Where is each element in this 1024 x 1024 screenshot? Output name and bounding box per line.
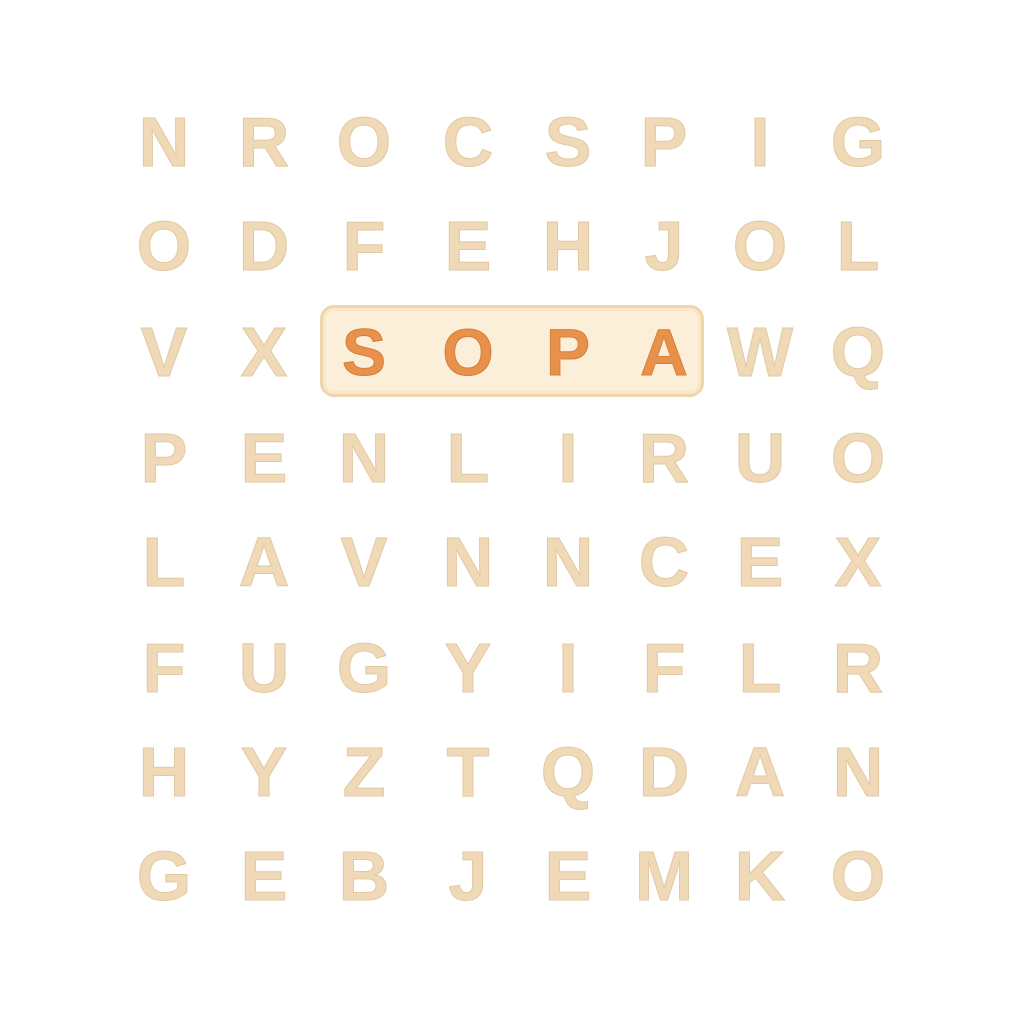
letter-cell[interactable]: O [710,196,810,296]
letter-cell[interactable]: U [710,408,810,508]
letter-cell[interactable]: I [518,618,618,718]
letter-cell[interactable]: J [614,196,714,296]
letter-cell[interactable]: B [314,826,414,926]
letter-cell[interactable]: G [808,92,908,192]
letter-cell[interactable]: F [314,196,414,296]
letter-cell[interactable]: X [808,512,908,612]
found-letter-cell[interactable]: P [518,302,618,402]
letter-cell[interactable]: Y [214,722,314,822]
letter-cell[interactable]: E [710,512,810,612]
letter-cell[interactable]: N [418,512,518,612]
letter-cell[interactable]: H [518,196,618,296]
letter-cell[interactable]: E [418,196,518,296]
letter-cell[interactable]: O [114,196,214,296]
letter-cell[interactable]: C [418,92,518,192]
letter-cell[interactable]: M [614,826,714,926]
letter-cell[interactable]: N [114,92,214,192]
letter-cell[interactable]: L [808,196,908,296]
letter-cell[interactable]: F [614,618,714,718]
letter-cell[interactable]: V [314,512,414,612]
letter-cell[interactable]: A [710,722,810,822]
letter-cell[interactable]: Y [418,618,518,718]
word-search-board: NROCSPIGODFEHJOLVXSOPAWQPENLIRUOLAVNNCEX… [0,0,1024,1024]
letter-cell[interactable]: L [710,618,810,718]
letter-cell[interactable]: I [710,92,810,192]
letter-cell[interactable]: E [214,826,314,926]
letter-cell[interactable]: O [314,92,414,192]
letter-cell[interactable]: I [518,408,618,508]
letter-cell[interactable]: J [418,826,518,926]
found-letter-cell[interactable]: O [418,302,518,402]
letter-cell[interactable]: T [418,722,518,822]
letter-cell[interactable]: N [808,722,908,822]
letter-cell[interactable]: Z [314,722,414,822]
letter-cell[interactable]: G [314,618,414,718]
letter-cell[interactable]: E [518,826,618,926]
letter-cell[interactable]: N [314,408,414,508]
letter-cell[interactable]: O [808,826,908,926]
letter-cell[interactable]: X [214,302,314,402]
letter-cell[interactable]: S [518,92,618,192]
letter-cell[interactable]: C [614,512,714,612]
letter-cell[interactable]: H [114,722,214,822]
letter-cell[interactable]: R [614,408,714,508]
letter-cell[interactable]: N [518,512,618,612]
letter-cell[interactable]: E [214,408,314,508]
letter-cell[interactable]: U [214,618,314,718]
letter-cell[interactable]: F [114,618,214,718]
found-letter-cell[interactable]: A [614,302,714,402]
letter-cell[interactable]: P [114,408,214,508]
letter-cell[interactable]: L [114,512,214,612]
letter-cell[interactable]: Q [518,722,618,822]
letter-cell[interactable]: D [614,722,714,822]
letter-cell[interactable]: A [214,512,314,612]
letter-cell[interactable]: Q [808,302,908,402]
found-letter-cell[interactable]: S [314,302,414,402]
letter-cell[interactable]: W [710,302,810,402]
letter-cell[interactable]: K [710,826,810,926]
letter-cell[interactable]: V [114,302,214,402]
letter-cell[interactable]: P [614,92,714,192]
letter-cell[interactable]: R [808,618,908,718]
letter-cell[interactable]: D [214,196,314,296]
letter-cell[interactable]: O [808,408,908,508]
letter-cell[interactable]: L [418,408,518,508]
letter-cell[interactable]: G [114,826,214,926]
letter-cell[interactable]: R [214,92,314,192]
